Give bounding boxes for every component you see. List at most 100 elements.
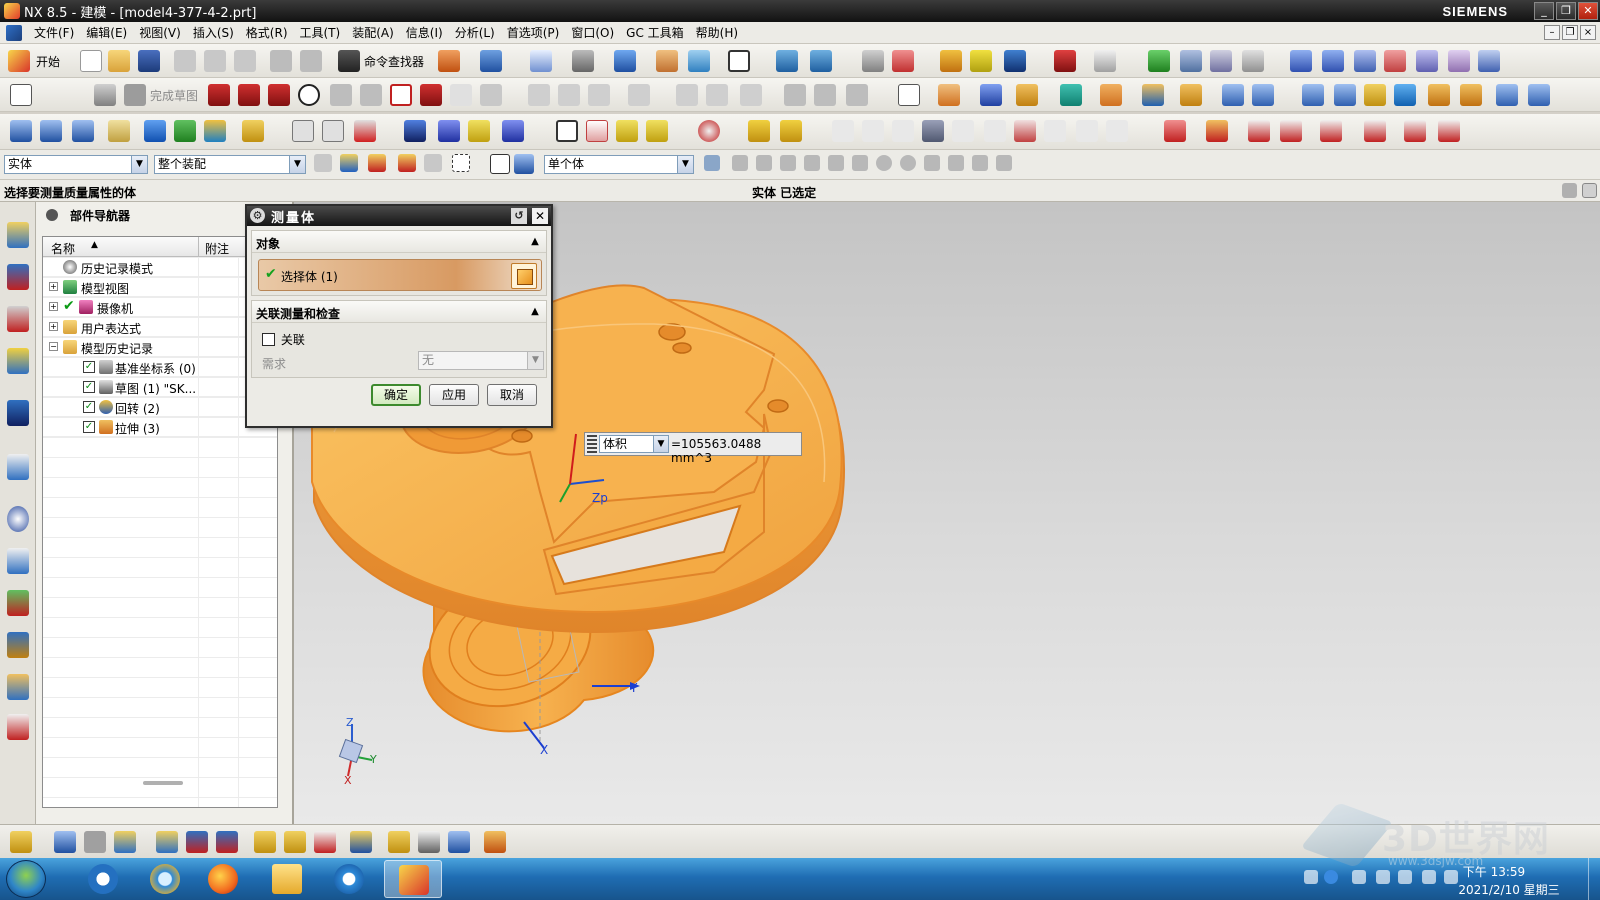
profile-icon[interactable] xyxy=(208,84,230,106)
clock-date[interactable]: 2021/2/10 星期三 xyxy=(1444,881,1574,898)
stack-icon[interactable] xyxy=(72,120,94,142)
patch-icon[interactable] xyxy=(438,120,460,142)
status-close-icon[interactable] xyxy=(1582,183,1597,198)
paste-icon[interactable] xyxy=(234,50,256,72)
polygon-icon[interactable] xyxy=(420,84,442,106)
edge-blend-icon[interactable] xyxy=(292,120,314,142)
system-scene-tab-icon[interactable] xyxy=(7,714,29,740)
mirror-assembly-icon[interactable] xyxy=(1320,120,1342,142)
snap-midpoint-icon[interactable] xyxy=(756,155,772,171)
select-all-icon[interactable] xyxy=(490,154,510,174)
requirement-dropdown[interactable]: 无 ▼ xyxy=(418,351,544,370)
maximize-button[interactable]: ❐ xyxy=(1556,2,1576,20)
ok-button[interactable]: 确定 xyxy=(371,384,421,406)
tree-row-datum-csys[interactable]: ✓ 基准坐标系 (0) xyxy=(43,357,277,377)
apply-button[interactable]: 应用 xyxy=(429,384,479,406)
minimize-button[interactable]: _ xyxy=(1534,2,1554,20)
collapse-up-icon[interactable]: ▲ xyxy=(528,235,542,249)
move-component-icon[interactable] xyxy=(1280,120,1302,142)
grid-table-icon[interactable] xyxy=(586,120,608,142)
sweep-icon[interactable] xyxy=(1354,50,1376,72)
assembly-navigator-tab-icon[interactable] xyxy=(7,264,29,290)
snap-existing-point-icon[interactable] xyxy=(948,155,964,171)
finish-sketch-button[interactable]: 完成草图 xyxy=(150,87,198,104)
exploded-view-icon[interactable] xyxy=(1364,120,1386,142)
menu-information[interactable]: 信息(I) xyxy=(400,22,449,44)
new-file-icon[interactable] xyxy=(80,50,102,72)
line-icon[interactable] xyxy=(238,84,260,106)
start-button[interactable] xyxy=(6,860,46,898)
pattern-component-icon[interactable] xyxy=(254,831,276,853)
doc-minimize-button[interactable]: – xyxy=(1544,25,1560,40)
collapse-up-icon[interactable]: ▲ xyxy=(528,305,542,319)
snap-point-on-curve-icon[interactable] xyxy=(924,155,940,171)
boss-icon[interactable] xyxy=(1060,84,1082,106)
menu-window[interactable]: 窗口(O) xyxy=(565,22,620,44)
mirror-curve-icon[interactable] xyxy=(628,84,650,106)
measure-length-icon[interactable] xyxy=(1094,50,1116,72)
table-icon[interactable] xyxy=(1210,50,1232,72)
sequence-nav-icon[interactable] xyxy=(448,831,470,853)
line-tool-icon[interactable] xyxy=(832,120,854,142)
cylinder-icon[interactable] xyxy=(1222,84,1244,106)
check-icon[interactable] xyxy=(1148,50,1170,72)
spreadsheet-icon[interactable] xyxy=(616,120,638,142)
feature-checkbox[interactable]: ✓ xyxy=(83,421,95,433)
route-icon[interactable] xyxy=(418,831,440,853)
chamfer-icon[interactable] xyxy=(360,84,382,106)
variable-blend-icon[interactable] xyxy=(354,120,376,142)
view-triad[interactable]: Z Y X xyxy=(338,716,377,787)
taskbar-explorer[interactable] xyxy=(258,860,316,898)
trim-body-icon[interactable] xyxy=(1394,84,1416,106)
close-icon[interactable]: ✕ xyxy=(532,208,548,224)
cut-icon[interactable] xyxy=(174,50,196,72)
wave-geometry-icon[interactable] xyxy=(186,831,208,853)
mate-icon[interactable] xyxy=(216,831,238,853)
render-style-icon[interactable] xyxy=(656,50,678,72)
pin-icon[interactable] xyxy=(46,209,58,221)
block-icon[interactable] xyxy=(1180,84,1202,106)
select-feature-icon[interactable] xyxy=(368,154,386,172)
assembly-add-icon[interactable] xyxy=(1164,120,1186,142)
web-browser-tab-icon[interactable] xyxy=(7,454,29,480)
menu-tools[interactable]: 工具(T) xyxy=(294,22,347,44)
sequence-icon[interactable] xyxy=(1404,120,1426,142)
arc-icon[interactable] xyxy=(268,84,290,106)
part-icon[interactable] xyxy=(10,120,32,142)
associative-group-header[interactable]: 关联测量和检查 ▲ xyxy=(252,301,546,323)
studio-surface-icon[interactable] xyxy=(1416,50,1438,72)
expand-icon[interactable]: + xyxy=(49,282,58,291)
start-icon[interactable] xyxy=(8,50,30,72)
snap-quadrant-icon[interactable] xyxy=(900,155,916,171)
spring-icon[interactable] xyxy=(748,120,770,142)
roles-tab-icon[interactable] xyxy=(7,674,29,700)
horizontal-scrollbar[interactable] xyxy=(143,781,183,785)
bearing-icon[interactable] xyxy=(780,120,802,142)
check-clearance-icon[interactable] xyxy=(350,831,372,853)
wave-linker-icon[interactable] xyxy=(1438,120,1460,142)
copy-icon[interactable] xyxy=(204,50,226,72)
pattern-icon[interactable] xyxy=(1460,84,1482,106)
cancel-button[interactable]: 取消 xyxy=(487,384,537,406)
solid-body-icon[interactable] xyxy=(511,263,537,289)
add-component-icon[interactable] xyxy=(114,831,136,853)
clip-icon[interactable] xyxy=(388,831,410,853)
menu-help[interactable]: 帮助(H) xyxy=(690,22,744,44)
taskbar-ie-2[interactable] xyxy=(320,860,378,898)
show-hidden-icon[interactable] xyxy=(1376,870,1390,884)
select-body-field[interactable]: ✔ 选择体 (1) xyxy=(258,259,542,291)
tree-row-cameras[interactable]: + ✔ 摄像机 xyxy=(43,297,277,317)
tag-icon[interactable] xyxy=(108,120,130,142)
scale-body-icon[interactable] xyxy=(502,120,524,142)
assembly-constraint-icon[interactable] xyxy=(1248,120,1270,142)
tree-row-model-history[interactable]: − 模型历史记录 xyxy=(43,337,277,357)
close-button[interactable]: ✕ xyxy=(1578,2,1598,20)
manufacturing-wizard-tab-icon[interactable] xyxy=(7,632,29,658)
system-materials-tab-icon[interactable] xyxy=(7,548,29,574)
dimension-icon[interactable] xyxy=(706,84,728,106)
shaded-view-icon[interactable] xyxy=(614,50,636,72)
intersect-icon[interactable] xyxy=(1364,84,1386,106)
mesh-surface-icon[interactable] xyxy=(1322,50,1344,72)
constraint-navigator-tab-icon[interactable] xyxy=(7,306,29,332)
project-curve-icon[interactable] xyxy=(1044,120,1066,142)
